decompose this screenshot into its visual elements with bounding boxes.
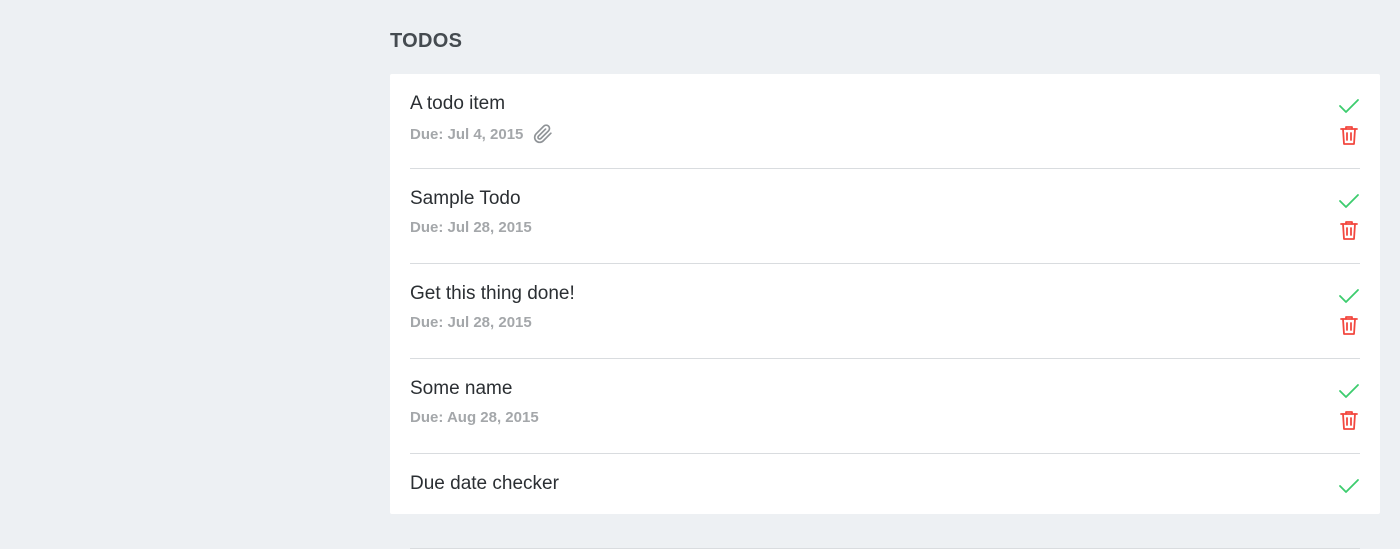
complete-button[interactable] bbox=[1338, 476, 1360, 496]
todo-item: Some name Due: Aug 28, 2015 bbox=[410, 359, 1360, 454]
todo-panel: A todo item Due: Jul 4, 2015 Sample Todo… bbox=[390, 74, 1380, 549]
check-icon bbox=[1338, 286, 1360, 306]
todo-item: A todo item Due: Jul 4, 2015 bbox=[410, 74, 1360, 169]
section-title: TODOS bbox=[390, 30, 463, 52]
check-icon bbox=[1338, 381, 1360, 401]
complete-button[interactable] bbox=[1338, 286, 1360, 306]
todo-due-date: Due: Jul 28, 2015 bbox=[410, 219, 532, 236]
check-icon bbox=[1338, 476, 1360, 496]
check-icon bbox=[1338, 96, 1360, 116]
paperclip-icon[interactable] bbox=[533, 124, 553, 144]
trash-icon bbox=[1338, 409, 1360, 431]
todo-item: Sample Todo Due: Jul 28, 2015 bbox=[410, 169, 1360, 264]
todo-due-date: Due: Aug 28, 2015 bbox=[410, 409, 539, 426]
check-icon bbox=[1338, 191, 1360, 211]
complete-button[interactable] bbox=[1338, 96, 1360, 116]
todo-title: Due date checker bbox=[410, 473, 559, 494]
todo-list: A todo item Due: Jul 4, 2015 Sample Todo… bbox=[390, 74, 1380, 549]
delete-button[interactable] bbox=[1338, 314, 1360, 336]
complete-button[interactable] bbox=[1338, 381, 1360, 401]
todo-item: Due date checker bbox=[410, 454, 1360, 549]
todo-due-date: Due: Jul 28, 2015 bbox=[410, 314, 532, 331]
todo-title: Sample Todo bbox=[410, 188, 521, 209]
todo-meta: Due: Jul 28, 2015 bbox=[410, 314, 532, 331]
todo-due-date: Due: Jul 4, 2015 bbox=[410, 125, 524, 143]
todo-title: Get this thing done! bbox=[410, 283, 575, 304]
todo-meta: Due: Aug 28, 2015 bbox=[410, 409, 539, 426]
todo-title: A todo item bbox=[410, 93, 506, 114]
todo-item: Get this thing done! Due: Jul 28, 2015 bbox=[410, 264, 1360, 359]
trash-icon bbox=[1338, 314, 1360, 336]
delete-button[interactable] bbox=[1338, 124, 1360, 146]
trash-icon bbox=[1338, 219, 1360, 241]
delete-button[interactable] bbox=[1338, 219, 1360, 241]
todo-meta: Due: Jul 28, 2015 bbox=[410, 219, 532, 236]
complete-button[interactable] bbox=[1338, 191, 1360, 211]
todo-meta: Due: Jul 4, 2015 bbox=[410, 124, 553, 144]
trash-icon bbox=[1338, 124, 1360, 146]
todo-title: Some name bbox=[410, 378, 513, 399]
delete-button[interactable] bbox=[1338, 409, 1360, 431]
